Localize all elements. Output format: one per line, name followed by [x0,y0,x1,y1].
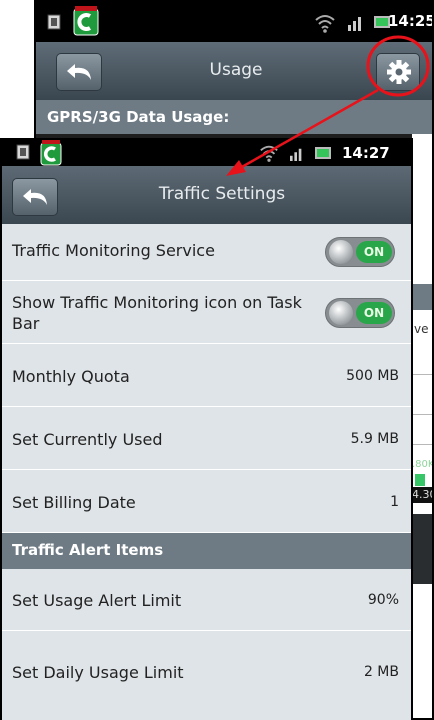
traffic-alert-section-header: Traffic Alert Items [2,533,411,569]
section-title: Traffic Alert Items [12,541,164,559]
traffic-settings-header: Traffic Settings [2,166,411,224]
app-notification-icon [73,6,99,40]
status-time: 14:27 [342,144,390,162]
grid-line [412,374,432,375]
toggle-knob [329,301,353,325]
traffic-monitoring-toggle[interactable]: ON [325,237,395,267]
setting-label: Set Billing Date [12,493,136,512]
back-arrow-icon [23,189,47,205]
battery-icon [314,145,332,165]
background-usage-content: ve .80K 4.30 [412,134,434,718]
toggle-knob [329,240,353,264]
background-header: Usage [36,42,432,100]
usage-bar [415,474,425,486]
signal-icon [289,146,305,165]
setting-label: Set Usage Alert Limit [12,591,182,610]
traffic-settings-screen: 14:27 Traffic Settings Traffic Monitorin… [0,138,413,720]
background-tab-fragment: ve [414,322,429,336]
foreground-status-bar: 14:27 [2,140,411,167]
setting-row-billing-date[interactable]: Set Billing Date 1 [2,471,411,533]
setting-row-taskbar-icon[interactable]: Show Traffic Monitoring icon on Task Bar… [2,282,411,344]
background-tab-strip [412,284,432,310]
page-title: Traffic Settings [158,184,286,204]
setting-row-currently-used[interactable]: Set Currently Used 5.9 MB [2,408,411,470]
gear-icon [387,60,411,84]
setting-row-daily-usage-limit[interactable]: Set Daily Usage Limit 2 MB [2,632,411,720]
settings-button[interactable] [376,53,420,91]
setting-label: Traffic Monitoring Service [12,241,215,260]
setting-row-usage-alert-limit[interactable]: Set Usage Alert Limit 90% [2,569,411,631]
background-dark-band [412,514,432,584]
data-usage-subheader: GPRS/3G Data Usage: [36,100,432,134]
setting-value: 2 MB [363,664,399,680]
grid-line [412,444,432,445]
setting-label: Set Daily Usage Limit [12,663,184,682]
back-arrow-icon [67,64,91,80]
background-value-fragment: .80K [412,459,434,470]
sd-card-icon [46,13,62,35]
setting-value: 1 [390,494,399,510]
setting-value: 5.9 MB [350,431,399,447]
grid-line [412,414,432,415]
page-title: Usage [209,60,263,80]
background-date-strip: 4.30 [412,487,432,503]
back-button[interactable] [56,53,102,91]
taskbar-icon-toggle[interactable]: ON [325,298,395,328]
setting-value: 500 MB [346,368,399,384]
status-time: 14:25 [388,12,434,30]
wifi-icon [259,143,279,167]
background-date-fragment: 4.30 [412,488,432,501]
toggle-on-label: ON [356,302,392,324]
setting-label: Show Traffic Monitoring icon on Task Bar [12,293,302,333]
setting-label: Monthly Quota [12,367,130,386]
sd-card-icon [16,144,30,164]
background-status-bar: 14:25 [36,2,434,42]
setting-row-monthly-quota[interactable]: Monthly Quota 500 MB [2,345,411,407]
wifi-icon [314,13,336,37]
setting-row-traffic-monitoring[interactable]: Traffic Monitoring Service ON [2,224,411,281]
toggle-on-label: ON [356,241,392,263]
setting-value: 90% [367,592,399,608]
signal-icon [347,15,365,35]
setting-label: Set Currently Used [12,430,163,449]
back-button[interactable] [12,178,58,216]
